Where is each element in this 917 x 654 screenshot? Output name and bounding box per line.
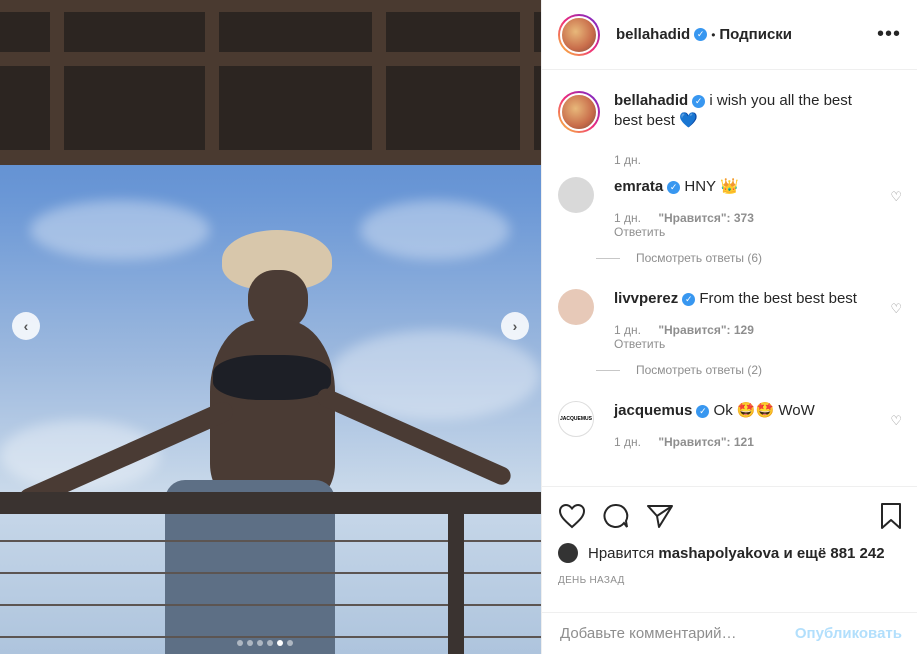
verified-icon: ✓	[696, 404, 710, 418]
add-comment-bar: Опубликовать	[542, 612, 917, 654]
caption-username[interactable]: bellahadid	[614, 92, 688, 109]
carousel-dot	[237, 640, 243, 646]
comment-username[interactable]: jacquemus	[614, 402, 692, 419]
carousel-dot	[287, 640, 293, 646]
likes-summary: Нравится mashapolyakova и ещё 881 242	[558, 543, 902, 563]
commenter-avatar[interactable]: JACQUEMUS	[558, 401, 594, 437]
commenter-avatar[interactable]	[558, 289, 594, 325]
author-avatar[interactable]	[558, 13, 600, 56]
carousel-dots	[237, 640, 293, 646]
comment-username[interactable]: emrata	[614, 178, 663, 195]
comments-list[interactable]: bellahadid ✓ i wish you all the best best…	[542, 71, 917, 485]
like-heart-icon[interactable]	[558, 503, 586, 529]
verified-icon: ✓	[694, 28, 708, 41]
cloud	[30, 200, 210, 260]
author-avatar[interactable]	[558, 91, 600, 133]
cloud	[360, 200, 510, 260]
view-replies-label: Посмотреть ответы (2)	[636, 363, 763, 377]
divider	[596, 257, 620, 259]
comment-likes[interactable]: "Нравится": 129	[658, 323, 754, 337]
comment-likes[interactable]: "Нравится": 121	[658, 435, 754, 449]
author-username[interactable]: bellahadid	[616, 26, 690, 43]
likes-prefix: Нравится	[588, 544, 655, 562]
liked-by-username[interactable]: mashapolyakova	[658, 545, 779, 562]
carousel-next-button[interactable]: ›	[501, 312, 529, 340]
more-horizontal-icon[interactable]: •••	[877, 23, 901, 46]
liker-avatar[interactable]	[558, 543, 578, 563]
post-date[interactable]: ДЕНЬ НАЗАД	[558, 575, 902, 586]
comment-text: HNY 👑	[684, 178, 739, 195]
caption: bellahadid ✓ i wish you all the best best…	[558, 91, 902, 167]
view-replies-button[interactable]: Посмотреть ответы (2)	[596, 363, 884, 377]
divider	[596, 369, 620, 371]
comment-text: From the best best best	[699, 290, 857, 307]
post-side-panel: bellahadid ✓ • Подписки ••• bellahadid ✓ …	[541, 0, 917, 654]
view-replies-label: Посмотреть ответы (6)	[636, 251, 763, 265]
publish-button[interactable]: Опубликовать	[795, 625, 902, 642]
comment-likes[interactable]: "Нравится": 373	[658, 211, 754, 225]
verified-icon: ✓	[692, 94, 706, 108]
post-header: bellahadid ✓ • Подписки •••	[542, 0, 917, 70]
comment-item: livvperez ✓ From the best best best 1 дн.…	[558, 289, 902, 377]
comment-input[interactable]	[560, 625, 795, 642]
like-comment-heart-icon[interactable]: ♡	[890, 301, 902, 317]
comment-bubble-icon[interactable]	[602, 502, 630, 530]
likes-count[interactable]: и ещё 881 242	[783, 545, 884, 562]
roof-overhang	[0, 0, 541, 165]
comment-item: emrata ✓ HNY 👑 1 дн. "Нравится": 373 Отве…	[558, 177, 902, 265]
separator: •	[711, 27, 716, 42]
view-replies-button[interactable]: Посмотреть ответы (6)	[596, 251, 884, 265]
reply-button[interactable]: Ответить	[614, 225, 884, 239]
post-photo[interactable]: ‹ ›	[0, 0, 541, 654]
comment-text: Ok 🤩🤩 WoW	[713, 402, 815, 419]
carousel-dot	[257, 640, 263, 646]
reply-button[interactable]: Ответить	[614, 337, 884, 351]
like-comment-heart-icon[interactable]: ♡	[890, 413, 902, 429]
bookmark-icon[interactable]	[880, 502, 902, 530]
verified-icon: ✓	[667, 180, 681, 194]
comment-username[interactable]: livvperez	[614, 290, 678, 307]
commenter-avatar[interactable]	[558, 177, 594, 213]
carousel-prev-button[interactable]: ‹	[12, 312, 40, 340]
verified-icon: ✓	[682, 292, 696, 306]
comment-time[interactable]: 1 дн.	[614, 435, 641, 449]
post-actions: Нравится mashapolyakova и ещё 881 242 ДЕ…	[542, 486, 917, 586]
carousel-dot	[247, 640, 253, 646]
share-send-icon[interactable]	[646, 503, 674, 529]
comment-item: JACQUEMUS jacquemus ✓ Ok 🤩🤩 WoW 1 дн. "Нр…	[558, 401, 902, 449]
carousel-dot-active	[277, 640, 283, 646]
carousel-dot	[267, 640, 273, 646]
caption-time[interactable]: 1 дн.	[614, 153, 641, 167]
following-button[interactable]: Подписки	[719, 26, 792, 43]
comment-time[interactable]: 1 дн.	[614, 323, 641, 337]
comment-time[interactable]: 1 дн.	[614, 211, 641, 225]
like-comment-heart-icon[interactable]: ♡	[890, 189, 902, 205]
